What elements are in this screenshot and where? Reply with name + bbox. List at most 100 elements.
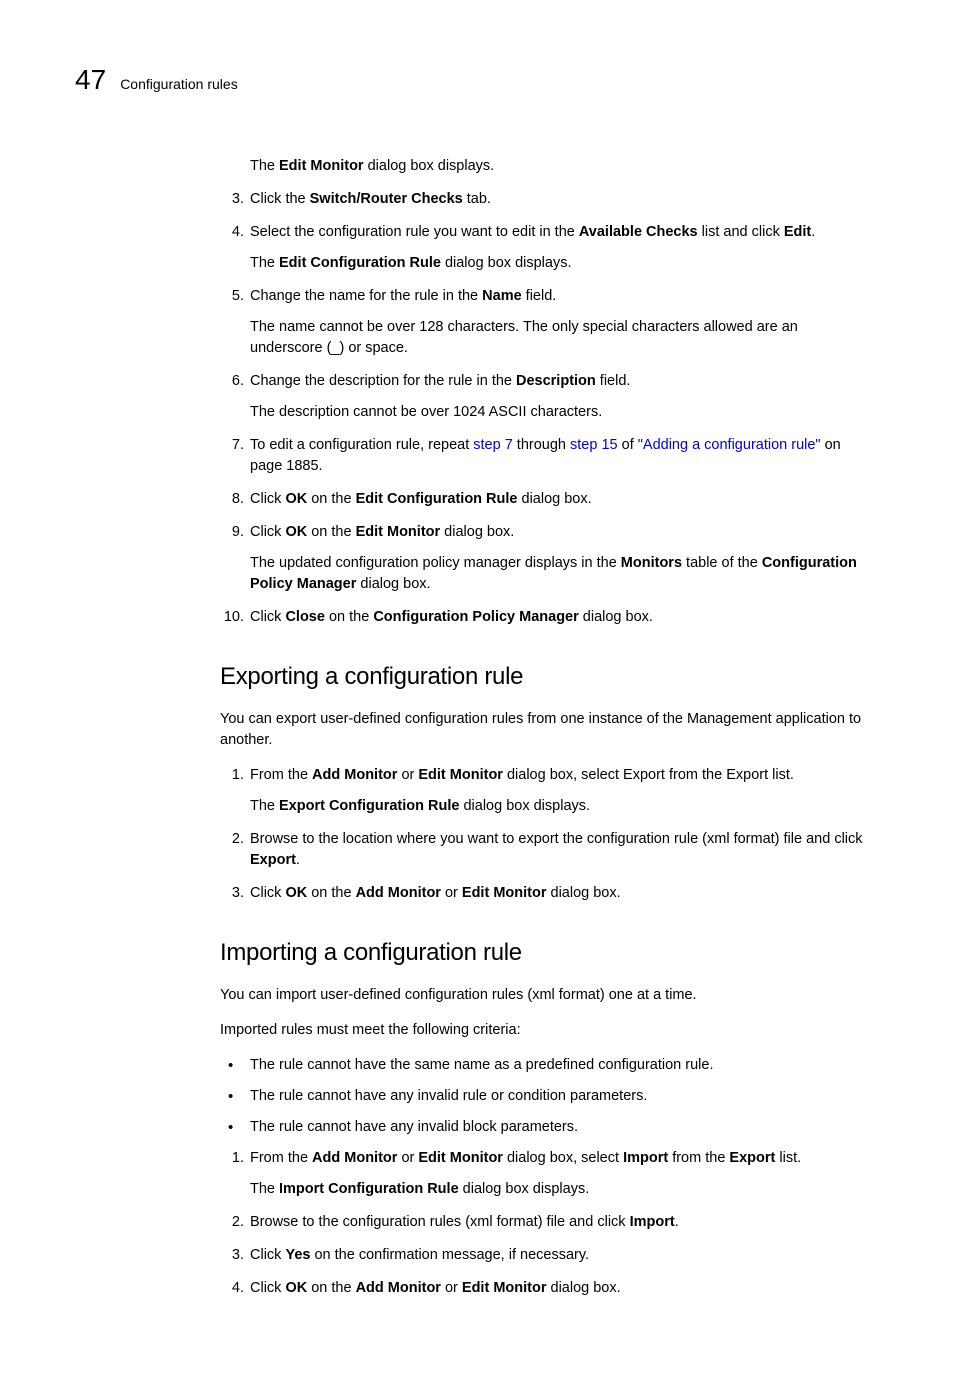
import-step-1: 1. From the Add Monitor or Edit Monitor …	[220, 1148, 874, 1200]
text: list.	[775, 1150, 801, 1166]
bold: Add Monitor	[356, 885, 441, 901]
text: dialog box displays.	[364, 158, 495, 174]
text: on the	[325, 609, 373, 625]
step-number: 1.	[220, 1148, 244, 1169]
text: From the	[250, 767, 312, 783]
bold: Export	[250, 852, 296, 868]
bold: Description	[516, 373, 596, 389]
bold: OK	[285, 491, 307, 507]
text: Click	[250, 609, 285, 625]
bold: OK	[285, 885, 307, 901]
bold: Yes	[285, 1247, 310, 1263]
export-step-3: 3. Click OK on the Add Monitor or Edit M…	[220, 883, 874, 904]
bold: Monitors	[621, 555, 682, 571]
step-8: 8. Click OK on the Edit Configuration Ru…	[220, 489, 874, 510]
step-number: 5.	[220, 286, 244, 307]
bold: Add Monitor	[356, 1280, 441, 1296]
bold: OK	[285, 524, 307, 540]
bold: Configuration Policy Manager	[373, 609, 578, 625]
text: on the	[307, 1280, 355, 1296]
bold: Export	[729, 1150, 775, 1166]
bold: Edit Monitor	[356, 524, 441, 540]
text: Click	[250, 1280, 285, 1296]
link-step15[interactable]: step 15	[570, 437, 618, 453]
text: list and click	[698, 224, 784, 240]
step-7: 7. To edit a configuration rule, repeat …	[220, 435, 874, 477]
export-step-1: 1. From the Add Monitor or Edit Monitor …	[220, 765, 874, 817]
bold: Add Monitor	[312, 1150, 397, 1166]
step-sub: The Edit Configuration Rule dialog box d…	[250, 253, 874, 274]
text: The	[250, 158, 279, 174]
text: dialog box.	[546, 885, 620, 901]
text: dialog box, select Export from the Expor…	[503, 767, 794, 783]
step-sub: The name cannot be over 128 characters. …	[250, 317, 874, 359]
page-number: 47	[75, 60, 106, 101]
text: Click	[250, 1247, 285, 1263]
page-content: The Edit Monitor dialog box displays. 3.…	[220, 156, 874, 1299]
text: Click	[250, 885, 285, 901]
bold: Edit Monitor	[462, 1280, 547, 1296]
text: .	[811, 224, 815, 240]
step-number: 3.	[220, 189, 244, 210]
bold: Import	[630, 1214, 675, 1230]
text: Browse to the location where you want to…	[250, 831, 863, 847]
text: Click the	[250, 191, 310, 207]
step-number: 7.	[220, 435, 244, 456]
text: To edit a configuration rule, repeat	[250, 437, 473, 453]
bold: OK	[285, 1280, 307, 1296]
import-step-2: 2. Browse to the configuration rules (xm…	[220, 1212, 874, 1233]
step-number: 2.	[220, 829, 244, 850]
text: Change the name for the rule in the	[250, 288, 482, 304]
bold: Close	[285, 609, 325, 625]
bold: Available Checks	[579, 224, 698, 240]
step-5: 5. Change the name for the rule in the N…	[220, 286, 874, 359]
text: or	[397, 767, 418, 783]
text: From the	[250, 1150, 312, 1166]
text: or	[441, 885, 462, 901]
export-step-2: 2. Browse to the location where you want…	[220, 829, 874, 871]
step-number: 3.	[220, 883, 244, 904]
text: on the confirmation message, if necessar…	[310, 1247, 589, 1263]
text: The	[250, 1181, 279, 1197]
export-intro: You can export user-defined configuratio…	[220, 709, 874, 751]
heading-importing: Importing a configuration rule	[220, 936, 874, 971]
step-number: 1.	[220, 765, 244, 786]
import-step-4: 4. Click OK on the Add Monitor or Edit M…	[220, 1278, 874, 1299]
text: dialog box.	[517, 491, 591, 507]
text: from the	[668, 1150, 729, 1166]
bold: Import Configuration Rule	[279, 1181, 459, 1197]
step-number: 6.	[220, 371, 244, 392]
link-adding-rule[interactable]: "Adding a configuration rule"	[638, 437, 821, 453]
text: on the	[307, 491, 355, 507]
bold: Edit Monitor	[418, 1150, 503, 1166]
header-title: Configuration rules	[120, 74, 238, 94]
step-number: 3.	[220, 1245, 244, 1266]
step-number: 8.	[220, 489, 244, 510]
text: dialog box, select	[503, 1150, 623, 1166]
bullet-item: The rule cannot have the same name as a …	[220, 1055, 874, 1076]
step-number: 4.	[220, 1278, 244, 1299]
text: dialog box displays.	[459, 798, 590, 814]
text: Change the description for the rule in t…	[250, 373, 516, 389]
bold: Edit Monitor	[462, 885, 547, 901]
step-10: 10. Click Close on the Configuration Pol…	[220, 607, 874, 628]
bold: Add Monitor	[312, 767, 397, 783]
link-step7[interactable]: step 7	[473, 437, 513, 453]
step-sub: The description cannot be over 1024 ASCI…	[250, 402, 874, 423]
text: through	[513, 437, 570, 453]
text: dialog box.	[356, 576, 430, 592]
step-number: 2.	[220, 1212, 244, 1233]
bold: Switch/Router Checks	[310, 191, 463, 207]
text: dialog box.	[579, 609, 653, 625]
text: Select the configuration rule you want t…	[250, 224, 579, 240]
bold: Edit Configuration Rule	[279, 255, 441, 271]
text: or	[397, 1150, 418, 1166]
import-intro-2: Imported rules must meet the following c…	[220, 1020, 874, 1041]
text: The	[250, 798, 279, 814]
step-number: 9.	[220, 522, 244, 543]
heading-exporting: Exporting a configuration rule	[220, 660, 874, 695]
import-intro-1: You can import user-defined configuratio…	[220, 985, 874, 1006]
text: The	[250, 255, 279, 271]
text: table of the	[682, 555, 762, 571]
text: The updated configuration policy manager…	[250, 555, 621, 571]
